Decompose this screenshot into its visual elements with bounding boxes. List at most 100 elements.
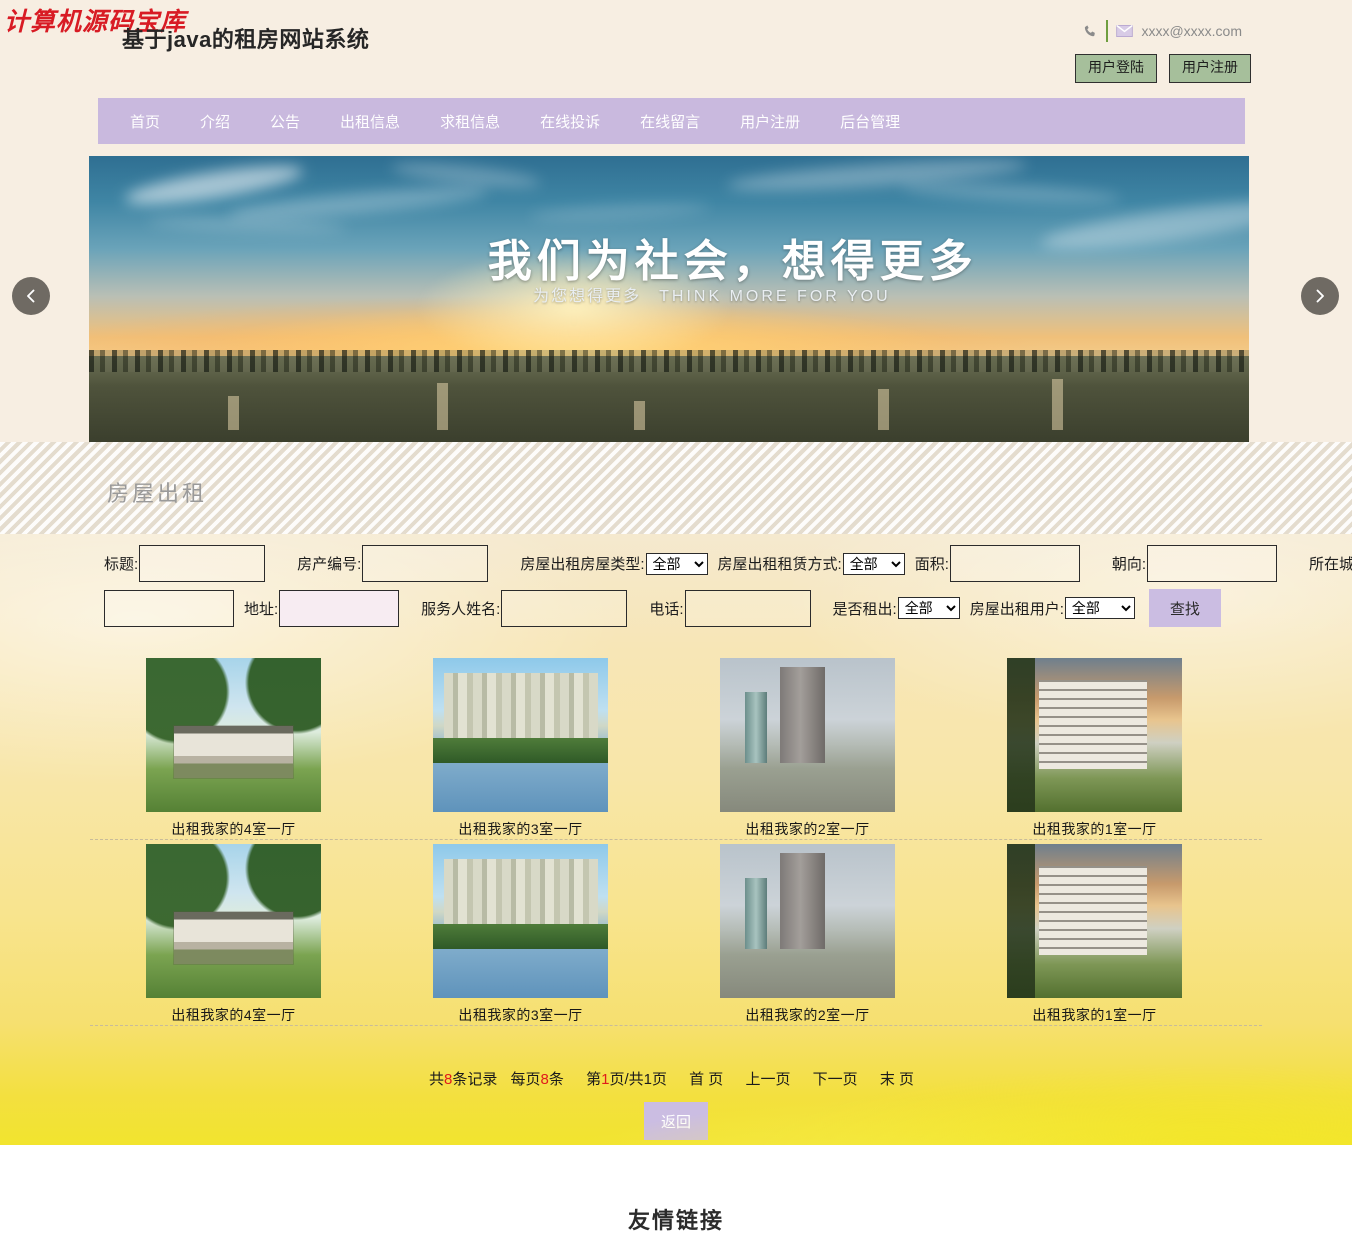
listing-card-label: 出租我家的3室一厅 [458, 1007, 583, 1023]
search-input-agent-name[interactable] [501, 589, 628, 627]
label-address: 地址: [244, 600, 279, 618]
banner-carousel-wrapper: 我们为社会，想得更多 为您想得更多 THINK MORE FOR YOU [0, 150, 1352, 442]
total-records: 共8条记录 [428, 1071, 498, 1088]
listing-thumbnail[interactable] [720, 658, 895, 812]
listing-card[interactable]: 出租我家的2室一厅 [664, 840, 951, 1025]
label-property-no: 房产编号: [297, 556, 362, 573]
register-button[interactable]: 用户注册 [1169, 54, 1251, 83]
contact-info: xxxx@xxxx.com [1083, 20, 1242, 42]
listing-card[interactable]: 出租我家的2室一厅 [664, 654, 951, 839]
listing-thumbnail[interactable] [720, 844, 895, 998]
search-input-title[interactable] [139, 545, 266, 582]
lakeside-apartments-thumb [433, 658, 608, 812]
main-content: 标题: 房产编号: 房屋出租房屋类型: 全部 房屋出租租赁方式: 全部 面积: … [0, 534, 1352, 1145]
pagination: 共8条记录 每页8条 第1页/共1页 首 页 上一页 下一页 末 页 返回 [0, 1068, 1352, 1140]
listing-card[interactable]: 出租我家的1室一厅 [951, 654, 1238, 839]
listing-row: 出租我家的4室一厅 出租我家的3室一厅 出租我家的2室一厅 出租我家的1室一厅 [90, 840, 1262, 1026]
back-button[interactable]: 返回 [644, 1102, 708, 1140]
listing-card-label: 出租我家的4室一厅 [171, 1007, 296, 1023]
listing-card-label: 出租我家的1室一厅 [1032, 821, 1157, 837]
label-phone: 电话: [649, 600, 684, 618]
villa-thumb [146, 844, 321, 998]
search-button[interactable]: 查找 [1148, 589, 1221, 627]
nav-item-6[interactable]: 在线留言 [620, 111, 720, 132]
listing-card[interactable]: 出租我家的4室一厅 [90, 654, 377, 839]
lakeside-apartments-thumb [433, 844, 608, 998]
per-page-count: 8 [540, 1071, 549, 1088]
search-select-house-type[interactable]: 全部 [645, 552, 708, 575]
listing-thumbnail[interactable] [146, 844, 321, 998]
listing-card-label: 出租我家的1室一厅 [1032, 1007, 1157, 1023]
listing-thumbnail[interactable] [1007, 658, 1182, 812]
search-form-row-1: 标题: 房产编号: 房屋出租房屋类型: 全部 房屋出租租赁方式: 全部 面积: … [104, 545, 1352, 582]
label-is-rented: 是否租出: [832, 600, 897, 618]
page-indicator: 第1页/共1页 [586, 1071, 667, 1088]
search-form-row-2: 地址: 服务人姓名: 电话: 是否租出: 全部 房屋出租用户: 全部 查找 [104, 589, 1221, 627]
listing-card-label: 出租我家的4室一厅 [171, 821, 296, 837]
contact-email: xxxx@xxxx.com [1141, 23, 1242, 39]
label-orientation: 朝向: [1111, 556, 1147, 573]
prev-page-link[interactable]: 上一页 [745, 1071, 790, 1088]
carousel-next-button[interactable] [1301, 277, 1339, 315]
search-input-area[interactable] [949, 545, 1080, 582]
section-header-band: 房屋出租 [0, 442, 1352, 534]
search-input-address[interactable] [279, 589, 400, 627]
label-area: 面积: [914, 556, 949, 573]
listing-grid: 出租我家的4室一厅 出租我家的3室一厅 出租我家的2室一厅 出租我家的1室一厅 出租我家… [0, 654, 1352, 1026]
nav-item-7[interactable]: 用户注册 [720, 111, 820, 132]
search-select-rent-user[interactable]: 全部 [1064, 597, 1135, 619]
banner-cityscape [89, 350, 1249, 442]
label-agent-name: 服务人姓名: [421, 600, 501, 618]
nav-item-5[interactable]: 在线投诉 [520, 111, 620, 132]
page-title: 基于java的租房网站系统 [122, 27, 370, 52]
listing-thumbnail[interactable] [433, 658, 608, 812]
page-footer: 友情链接 [0, 1145, 1352, 1252]
nav-item-2[interactable]: 公告 [250, 111, 320, 132]
carousel-prev-button[interactable] [12, 277, 50, 315]
villa-thumb [146, 658, 321, 812]
listing-card-label: 出租我家的2室一厅 [745, 1007, 870, 1023]
sunset-apartments-thumb [1007, 658, 1182, 812]
nav-item-4[interactable]: 求租信息 [420, 111, 520, 132]
nav-item-8[interactable]: 后台管理 [820, 111, 920, 132]
search-input-property-no[interactable] [362, 545, 489, 582]
city-tower-thumb [720, 844, 895, 998]
listing-thumbnail[interactable] [1007, 844, 1182, 998]
label-house-type: 房屋出租房屋类型: [520, 556, 645, 573]
listing-card[interactable]: 出租我家的3室一厅 [377, 840, 664, 1025]
city-tower-thumb [720, 658, 895, 812]
label-rent-user: 房屋出租用户: [969, 600, 1064, 618]
search-input-city[interactable] [104, 589, 234, 627]
listing-card[interactable]: 出租我家的4室一厅 [90, 840, 377, 1025]
section-title: 房屋出租 [107, 481, 208, 506]
listing-card[interactable]: 出租我家的1室一厅 [951, 840, 1238, 1025]
search-select-is-rented[interactable]: 全部 [897, 597, 960, 619]
label-city: 所在城市: [1309, 556, 1352, 573]
label-title: 标题: [104, 556, 139, 573]
label-rent-mode: 房屋出租租赁方式: [717, 556, 842, 573]
login-button[interactable]: 用户登陆 [1075, 54, 1157, 83]
listing-thumbnail[interactable] [146, 658, 321, 812]
chevron-right-icon [1312, 288, 1328, 304]
search-input-phone[interactable] [684, 589, 811, 627]
phone-icon [1083, 24, 1098, 39]
mail-icon [1116, 25, 1134, 37]
nav-item-3[interactable]: 出租信息 [320, 111, 420, 132]
divider [1106, 20, 1109, 42]
nav-bar-wrapper: 首页 介绍 公告 出租信息 求租信息 在线投诉 在线留言 用户注册 后台管理 [0, 95, 1352, 150]
nav-item-0[interactable]: 首页 [98, 111, 180, 132]
first-page-link[interactable]: 首 页 [689, 1071, 723, 1088]
search-input-orientation[interactable] [1147, 545, 1278, 582]
search-select-rent-mode[interactable]: 全部 [842, 552, 905, 575]
auth-buttons: 用户登陆 用户注册 [1075, 54, 1251, 83]
listing-row: 出租我家的4室一厅 出租我家的3室一厅 出租我家的2室一厅 出租我家的1室一厅 [90, 654, 1262, 840]
listing-thumbnail[interactable] [433, 844, 608, 998]
last-page-link[interactable]: 末 页 [880, 1071, 914, 1088]
next-page-link[interactable]: 下一页 [813, 1071, 858, 1088]
nav-item-1[interactable]: 介绍 [180, 111, 250, 132]
friendly-links-title: 友情链接 [627, 1208, 724, 1233]
listing-card[interactable]: 出租我家的3室一厅 [377, 654, 664, 839]
banner-slide[interactable]: 我们为社会，想得更多 为您想得更多 THINK MORE FOR YOU [89, 156, 1249, 442]
per-page: 每页8条 [510, 1071, 564, 1088]
sunset-apartments-thumb [1007, 844, 1182, 998]
